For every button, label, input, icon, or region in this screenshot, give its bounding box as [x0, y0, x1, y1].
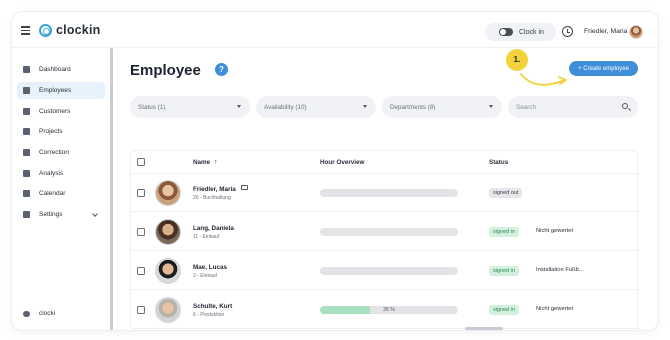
- departments-filter-label: Departments (8): [390, 103, 436, 111]
- employee-department: 6 - Produktion: [193, 312, 225, 318]
- sidebar-item-label: Dashboard: [39, 66, 71, 73]
- sidebar-item-projects[interactable]: Projects: [17, 123, 105, 140]
- row-checkbox[interactable]: [137, 228, 145, 236]
- row-checkbox[interactable]: [137, 189, 145, 197]
- avatar: [155, 258, 181, 284]
- sidebar-item-analysis[interactable]: Analysis: [17, 165, 105, 182]
- page-title: Employee: [130, 62, 201, 79]
- sidebar-item-label: Settings: [39, 211, 63, 218]
- employee-department: 20 - Buchhaltung: [193, 195, 231, 201]
- sidebar-item-label: Correction: [39, 149, 69, 156]
- employee-name[interactable]: Friedler, Maria: [193, 186, 236, 193]
- table-row[interactable]: Mae, Lucas 3 - Einkauf signed in Install…: [131, 252, 639, 290]
- column-header-name[interactable]: Name ↑: [193, 159, 218, 166]
- sidebar-item-label: Analysis: [39, 170, 64, 177]
- calendar-icon: [23, 190, 30, 197]
- row-note: Nicht gewertet: [536, 306, 574, 312]
- sidebar-footer-label: clocki: [39, 310, 56, 317]
- status-badge: signed out: [489, 188, 523, 198]
- search-icon: [622, 103, 628, 109]
- sidebar-item-label: Projects: [39, 128, 63, 135]
- dashboard-icon: [23, 66, 30, 73]
- clock-in-button[interactable]: Clock in: [485, 23, 556, 41]
- user-name[interactable]: Friedler, Maria: [584, 28, 627, 35]
- avatar: [155, 219, 181, 245]
- sidebar-item-label: Employees: [39, 87, 72, 94]
- chevron-down-icon: [92, 211, 98, 217]
- sidebar-item-label: Customers: [39, 108, 71, 115]
- select-all-checkbox[interactable]: [137, 158, 145, 166]
- table-row[interactable]: Lang, Daniela 11 - Einkauf signed in Nic…: [131, 213, 639, 251]
- sidebar-item-employees[interactable]: Employees: [17, 82, 105, 99]
- status-badge: signed in: [489, 266, 520, 276]
- user-avatar[interactable]: [629, 25, 643, 39]
- availability-filter[interactable]: Availability (10): [256, 96, 376, 118]
- sidebar-item-label: Calendar: [39, 190, 66, 197]
- status-badge: signed in: [489, 305, 520, 315]
- hour-overview-bar: 36 %: [320, 306, 458, 314]
- employee-department: 11 - Einkauf: [193, 234, 220, 240]
- sidebar-footer-item[interactable]: clocki: [23, 310, 55, 317]
- history-icon[interactable]: [562, 26, 573, 37]
- row-checkbox[interactable]: [137, 267, 145, 275]
- row-note: Nicht gewertet: [536, 228, 574, 234]
- avatar: [155, 180, 181, 206]
- logo-text: clockin: [56, 23, 101, 37]
- employees-icon: [23, 87, 30, 94]
- search-placeholder: Search: [516, 103, 536, 111]
- sidebar-item-customers[interactable]: Customers: [17, 103, 105, 120]
- employee-name[interactable]: Mae, Lucas: [193, 264, 227, 271]
- employee-name[interactable]: Schulte, Kurt: [193, 303, 232, 310]
- pointer-arrow-icon: [520, 73, 567, 86]
- sidebar-item-correction[interactable]: Correction: [17, 144, 105, 161]
- menu-icon[interactable]: [21, 26, 30, 35]
- caret-down-icon: [363, 105, 367, 108]
- departments-filter[interactable]: Departments (8): [382, 96, 502, 118]
- table-row[interactable]: Friedler, Maria 20 - Buchhaltung signed …: [131, 174, 639, 212]
- analysis-icon: [23, 170, 30, 177]
- create-employee-button[interactable]: + Create employee: [569, 61, 638, 76]
- clock-in-label: Clock in: [519, 28, 544, 36]
- sort-up-icon[interactable]: ↑: [214, 159, 218, 166]
- app-window: clockin Clock in Friedler, Maria Dashboa…: [12, 12, 658, 330]
- row-note: Installation Fußb...: [536, 267, 584, 273]
- caret-down-icon: [237, 105, 241, 108]
- sidebar: Dashboard Employees Customers Projects C…: [12, 48, 112, 330]
- settings-icon: [23, 211, 30, 218]
- customers-icon: [23, 108, 30, 115]
- employee-name[interactable]: Lang, Daniela: [193, 225, 234, 232]
- column-header-hours: Hour Overview: [320, 159, 365, 166]
- row-checkbox[interactable]: [137, 306, 145, 314]
- status-filter[interactable]: Status (1): [130, 96, 250, 118]
- hour-overview-bar: [320, 267, 458, 275]
- hour-overview-text: 36 %: [383, 307, 395, 313]
- hour-overview-bar: [320, 228, 458, 236]
- caret-down-icon: [489, 105, 493, 108]
- sidebar-item-dashboard[interactable]: Dashboard: [17, 61, 105, 78]
- sidebar-scrollbar[interactable]: [110, 48, 113, 330]
- table-row[interactable]: Schulte, Kurt 6 - Produktion 36 % signed…: [131, 291, 639, 329]
- correction-icon: [23, 149, 30, 156]
- top-bar: clockin Clock in Friedler, Maria: [12, 12, 658, 48]
- employee-department: 3 - Einkauf: [193, 273, 217, 279]
- avatar: [155, 297, 181, 323]
- status-filter-label: Status (1): [138, 103, 166, 111]
- sidebar-item-calendar[interactable]: Calendar: [17, 185, 105, 202]
- help-icon[interactable]: ?: [215, 63, 228, 76]
- projects-icon: [23, 128, 30, 135]
- clockin-logo-icon: [39, 23, 52, 37]
- sidebar-item-settings[interactable]: Settings: [17, 206, 105, 223]
- toggle-icon: [499, 28, 513, 36]
- horizontal-scrollbar[interactable]: [465, 327, 503, 330]
- hour-overview-bar: [320, 189, 458, 197]
- employee-table: Name ↑ Hour Overview Status Friedler, Mar…: [130, 150, 639, 330]
- status-badge: signed in: [489, 227, 520, 237]
- id-card-icon: [241, 185, 248, 190]
- chat-icon: [23, 310, 30, 317]
- availability-filter-label: Availability (10): [264, 103, 307, 111]
- column-header-status: Status: [489, 159, 509, 166]
- column-header-name-label: Name: [193, 159, 211, 166]
- logo[interactable]: clockin: [39, 23, 100, 37]
- search-input[interactable]: Search: [508, 96, 638, 118]
